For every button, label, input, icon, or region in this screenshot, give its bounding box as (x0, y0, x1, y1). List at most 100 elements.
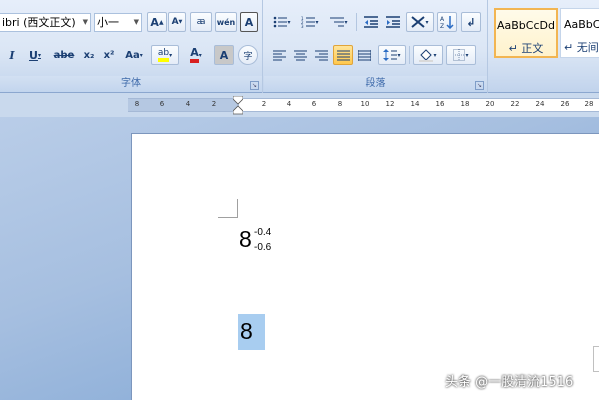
margin-corner-mark (218, 199, 238, 218)
paint-bucket-icon (419, 48, 434, 62)
base-digit[interactable]: 8 (239, 225, 252, 253)
shading-button[interactable]: ▾ (413, 45, 443, 65)
justify-button[interactable] (333, 45, 353, 65)
divider (356, 13, 357, 31)
indent-marker-icon[interactable] (233, 96, 243, 116)
italic-button[interactable]: I (4, 45, 20, 65)
distributed-icon (358, 49, 371, 61)
svg-text:Z: Z (440, 23, 444, 29)
align-right-button[interactable] (312, 45, 331, 65)
scrollbar-handle[interactable] (593, 346, 599, 372)
distributed-button[interactable] (355, 45, 374, 65)
borders-icon (453, 49, 466, 61)
ruler-label: 12 (385, 100, 395, 108)
ruler-label: 2 (261, 100, 267, 108)
font-size-combo[interactable]: 小一 ▼ (94, 13, 142, 32)
ruler-label: 4 (185, 100, 191, 108)
bullets-button[interactable]: ▾ (270, 12, 294, 32)
show-marks-button[interactable]: ↲ (461, 12, 481, 32)
numbered-list-icon: 123 (301, 16, 316, 28)
ruler-label: 8 (337, 100, 343, 108)
svg-text:A: A (440, 16, 445, 23)
justify-icon (336, 50, 350, 60)
ruler-label: 28 (584, 100, 594, 108)
subscript-button[interactable]: x₂ (80, 45, 98, 65)
decrease-indent-icon (364, 16, 378, 28)
strikethrough-button[interactable]: abe (50, 45, 78, 65)
bullet-list-icon (274, 16, 288, 28)
divider (409, 46, 410, 64)
ruler-label: 6 (159, 100, 165, 108)
multilevel-list-icon (330, 17, 345, 27)
ruler-label: 14 (410, 100, 420, 108)
character-border-button[interactable]: A (240, 12, 258, 32)
align-left-icon (273, 50, 286, 60)
superscript-button[interactable]: x² (100, 45, 118, 65)
line-spacing-button[interactable]: ▾ (378, 45, 406, 65)
style-name: ↵ 正文 (508, 42, 544, 55)
style-sample: AaBbCcDd (497, 19, 555, 32)
ruler-label: 24 (535, 100, 545, 108)
chinese-layout-button[interactable]: ▾ (406, 12, 434, 32)
pilcrow-icon: ↲ (466, 15, 476, 29)
highlight-button[interactable]: ab ▾ (151, 45, 179, 65)
chevron-down-icon[interactable]: ▼ (83, 14, 88, 31)
line-spacing-icon (383, 49, 398, 61)
font-size-value: 小一 (97, 16, 119, 29)
chevron-down-icon[interactable]: ▼ (134, 14, 139, 31)
numbering-button[interactable]: 123 ▾ (298, 12, 322, 32)
subscript-text[interactable]: -0.6 (254, 242, 271, 253)
increase-indent-button[interactable] (383, 12, 403, 32)
ruler-label: 20 (485, 100, 495, 108)
superscript-text[interactable]: -0.4 (254, 227, 271, 238)
font-name-value: ibri (西文正文) (2, 16, 76, 29)
increase-indent-icon (386, 16, 400, 28)
ruler-label: 6 (311, 100, 317, 108)
paragraph-group: ▾ 123 ▾ ▾ ▾ AZ ↲ ▾ ▾ ▾ 段落 ↘ (264, 0, 488, 93)
highlighter-icon: ab (157, 48, 170, 62)
ruler-label: 22 (510, 100, 520, 108)
ruler-label: 10 (360, 100, 370, 108)
style-name: ↵ 无间 (564, 41, 599, 54)
eraser-icon: ꜳ (196, 17, 206, 27)
ruler-label: 4 (286, 100, 292, 108)
style-normal[interactable]: AaBbCcDd ↵ 正文 (494, 8, 558, 58)
dialog-launcher-icon[interactable]: ↘ (250, 81, 259, 90)
phonetic-guide-button[interactable]: wén (215, 12, 237, 32)
document-page[interactable] (131, 133, 599, 400)
grow-font-button[interactable]: A ▲ (147, 12, 167, 32)
font-color-button[interactable]: A ▾ (182, 45, 210, 65)
font-name-combo[interactable]: ibri (西文正文) ▼ (0, 13, 91, 32)
dialog-launcher-icon[interactable]: ↘ (475, 81, 484, 90)
font-group-label: 字体 (0, 76, 262, 92)
style-no-spacing[interactable]: AaBbCc ↵ 无间 (560, 8, 599, 58)
ruler-label: 2 (211, 100, 217, 108)
align-right-icon (315, 50, 328, 60)
ruler-label: 16 (435, 100, 445, 108)
clear-format-button[interactable]: ꜳ (190, 12, 212, 32)
selected-text[interactable]: 8 (240, 316, 253, 346)
paragraph-group-label: 段落 (264, 76, 487, 92)
align-center-button[interactable] (291, 45, 310, 65)
font-group: ibri (西文正文) ▼ 小一 ▼ A▲ A▼ ꜳ wén A I U▾ (0, 0, 263, 93)
horizontal-ruler[interactable]: 8 6 4 2 2 4 6 8 10 12 14 16 18 20 22 24 26 28 (128, 98, 599, 112)
enclose-character-button[interactable]: 字 (238, 45, 258, 65)
watermark: 头条 @一股清流1516 (445, 375, 574, 390)
align-left-button[interactable] (270, 45, 289, 65)
ruler-label: 8 (134, 100, 140, 108)
ribbon: ibri (西文正文) ▼ 小一 ▼ A▲ A▼ ꜳ wén A I U▾ (0, 0, 599, 93)
ruler-label: 26 (560, 100, 570, 108)
sort-button[interactable]: AZ (437, 12, 457, 32)
change-case-button[interactable]: Aa ▾ (121, 45, 147, 65)
multilevel-list-button[interactable]: ▾ (326, 12, 352, 32)
sort-icon: AZ (440, 16, 454, 29)
character-shading-button[interactable]: A (214, 45, 234, 65)
shrink-font-button[interactable]: A ▼ (168, 12, 186, 32)
svg-text:3: 3 (301, 24, 304, 28)
decrease-indent-button[interactable] (361, 12, 381, 32)
ruler-label: 18 (460, 100, 470, 108)
chinese-layout-icon (411, 16, 426, 28)
align-center-icon (294, 50, 307, 60)
borders-button[interactable]: ▾ (446, 45, 476, 65)
underline-button[interactable]: U ▾ (24, 45, 46, 65)
